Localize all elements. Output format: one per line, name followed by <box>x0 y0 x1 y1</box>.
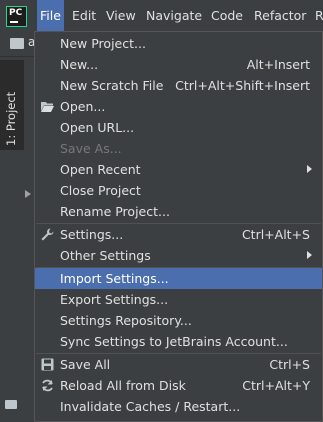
menu-item-open[interactable]: Open... <box>35 96 322 117</box>
new-shortcut: Alt+Insert <box>246 57 310 72</box>
menu-item-save-as: Save As... <box>35 138 322 159</box>
save-as-label: Save As... <box>60 141 122 156</box>
menu-item-sync-settings[interactable]: Sync Settings to JetBrains Account... <box>35 331 322 352</box>
invalidate-caches-label: Invalidate Caches / Restart... <box>60 399 241 414</box>
menu-item-close-project[interactable]: Close Project <box>35 180 322 201</box>
menu-item-new-scratch-file[interactable]: New Scratch File Ctrl+Alt+Shift+Insert <box>35 75 322 96</box>
structure-folder-icon[interactable] <box>5 400 17 409</box>
project-tab-label: 1: Project <box>4 91 18 146</box>
menu-item-save-all[interactable]: Save All Ctrl+S <box>35 354 322 375</box>
new-scratch-label: New Scratch File <box>60 78 164 93</box>
save-disk-icon <box>41 358 54 371</box>
menu-item-rename-project[interactable]: Rename Project... <box>35 201 322 222</box>
settings-repository-label: Settings Repository... <box>60 313 192 328</box>
wrench-icon <box>41 228 54 241</box>
menu-navigate[interactable]: Navigate <box>143 0 205 32</box>
menu-item-other-settings[interactable]: Other Settings <box>35 245 322 266</box>
submenu-arrow-icon <box>307 165 312 173</box>
open-label: Open... <box>60 99 106 114</box>
logo-text: PC <box>9 8 23 18</box>
save-all-label: Save All <box>60 357 111 372</box>
folder-icon <box>10 38 24 49</box>
new-label: New... <box>60 57 99 72</box>
menu-more[interactable]: R <box>312 0 323 32</box>
new-scratch-shortcut: Ctrl+Alt+Shift+Insert <box>175 78 310 93</box>
menu-item-reload-all[interactable]: Reload All from Disk Ctrl+Alt+Y <box>35 375 322 396</box>
pycharm-logo-icon: PC <box>6 6 27 27</box>
reload-all-label: Reload All from Disk <box>60 378 186 393</box>
open-url-label: Open URL... <box>60 120 135 135</box>
menu-item-invalidate-caches[interactable]: Invalidate Caches / Restart... <box>35 396 322 417</box>
menu-code[interactable]: Code <box>208 0 246 32</box>
open-recent-label: Open Recent <box>60 162 141 177</box>
import-settings-label: Import Settings... <box>60 271 169 286</box>
expand-arrow-icon[interactable] <box>25 190 31 198</box>
file-menu-dropdown: New Project... New... Alt+Insert New Scr… <box>34 31 323 422</box>
refresh-icon <box>42 379 53 392</box>
other-settings-label: Other Settings <box>60 248 151 263</box>
save-all-shortcut: Ctrl+S <box>269 357 310 372</box>
close-project-label: Close Project <box>60 183 141 198</box>
new-project-label: New Project... <box>60 36 146 51</box>
settings-shortcut: Ctrl+Alt+S <box>241 227 310 242</box>
menu-item-new[interactable]: New... Alt+Insert <box>35 54 322 75</box>
menu-refactor[interactable]: Refactor <box>251 0 309 32</box>
project-tool-tab[interactable]: 1: Project <box>0 60 24 150</box>
export-settings-label: Export Settings... <box>60 292 169 307</box>
menu-item-new-project[interactable]: New Project... <box>35 33 322 54</box>
settings-label: Settings... <box>60 227 124 242</box>
menu-item-open-url[interactable]: Open URL... <box>35 117 322 138</box>
menu-item-open-recent[interactable]: Open Recent <box>35 159 322 180</box>
menu-file[interactable]: File <box>37 0 64 32</box>
sync-settings-label: Sync Settings to JetBrains Account... <box>60 334 288 349</box>
menu-item-import-settings[interactable]: Import Settings... <box>35 268 322 289</box>
menu-view[interactable]: View <box>103 0 139 32</box>
reload-all-shortcut: Ctrl+Alt+Y <box>242 378 310 393</box>
open-folder-icon <box>41 102 54 112</box>
menu-item-settings-repository[interactable]: Settings Repository... <box>35 310 322 331</box>
submenu-arrow-icon <box>307 251 312 259</box>
menu-edit[interactable]: Edit <box>69 0 99 32</box>
rename-project-label: Rename Project... <box>60 204 170 219</box>
menu-item-settings[interactable]: Settings... Ctrl+Alt+S <box>35 224 322 245</box>
menu-bar: PC File Edit View Navigate Code Refactor… <box>0 0 323 32</box>
menu-item-export-settings[interactable]: Export Settings... <box>35 289 322 310</box>
